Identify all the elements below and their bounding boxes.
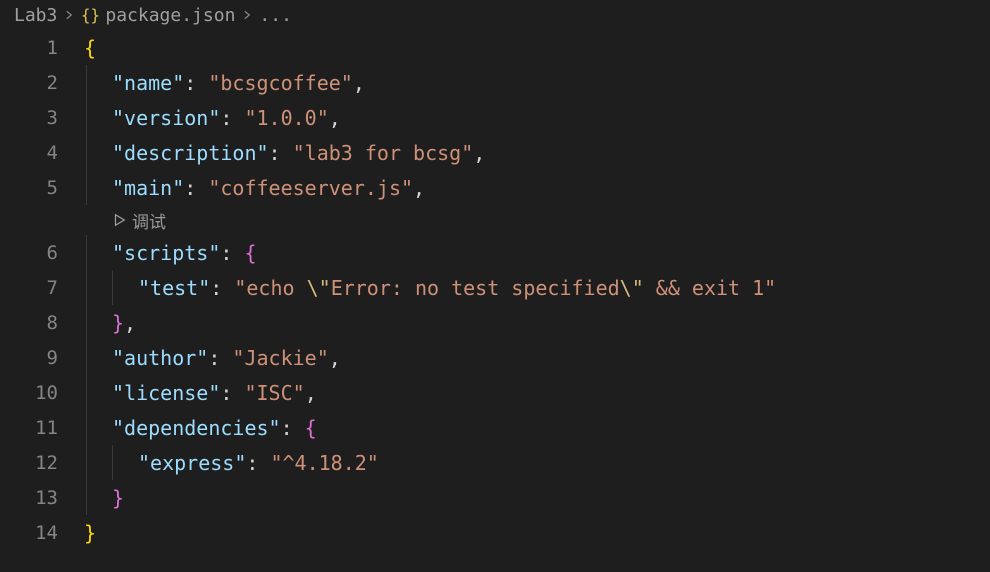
chevron-right-icon [63,6,75,25]
code-line[interactable]: 7 "test": "echo \"Error: no test specifi… [0,270,990,305]
line-number: 14 [0,522,84,544]
line-number: 7 [0,277,84,299]
code-line[interactable]: 10 "license": "ISC", [0,375,990,410]
line-number: 3 [0,107,84,129]
code-line[interactable]: 3 "version": "1.0.0", [0,100,990,135]
code-line[interactable]: 5 "main": "coffeeserver.js", [0,170,990,205]
line-number: 8 [0,312,84,334]
code-line[interactable]: 11 "dependencies": { [0,410,990,445]
breadcrumb[interactable]: Lab3 {} package.json ... [0,0,990,30]
svg-text:{}: {} [81,6,99,24]
line-number: 2 [0,72,84,94]
json-file-icon: {} [81,6,99,24]
code-line[interactable]: 12 "express": "^4.18.2" [0,445,990,480]
line-number: 13 [0,487,84,509]
line-number: 4 [0,142,84,164]
code-line[interactable]: 4 "description": "lab3 for bcsg", [0,135,990,170]
codelens-label: 调试 [132,208,166,233]
line-number: 1 [0,37,84,59]
codelens-row: 调试 [0,205,990,235]
code-line[interactable]: 13 } [0,480,990,515]
code-line[interactable]: 1 { [0,30,990,65]
chevron-right-icon [241,6,253,25]
code-line[interactable]: 2 "name": "bcsgcoffee", [0,65,990,100]
code-line[interactable]: 8 }, [0,305,990,340]
line-number: 11 [0,417,84,439]
code-line[interactable]: 14 } [0,515,990,550]
play-icon [112,213,126,227]
line-number: 12 [0,452,84,474]
code-editor[interactable]: 1 { 2 "name": "bcsgcoffee", 3 "version":… [0,30,990,550]
debug-codelens[interactable]: 调试 [112,205,166,235]
line-number: 6 [0,242,84,264]
breadcrumb-ellipsis[interactable]: ... [259,5,292,26]
code-line[interactable]: 9 "author": "Jackie", [0,340,990,375]
code-line[interactable]: 6 "scripts": { [0,235,990,270]
line-number: 5 [0,177,84,199]
line-number: 9 [0,347,84,369]
breadcrumb-folder[interactable]: Lab3 [14,5,57,26]
line-number: 10 [0,382,84,404]
breadcrumb-file[interactable]: package.json [105,5,235,26]
